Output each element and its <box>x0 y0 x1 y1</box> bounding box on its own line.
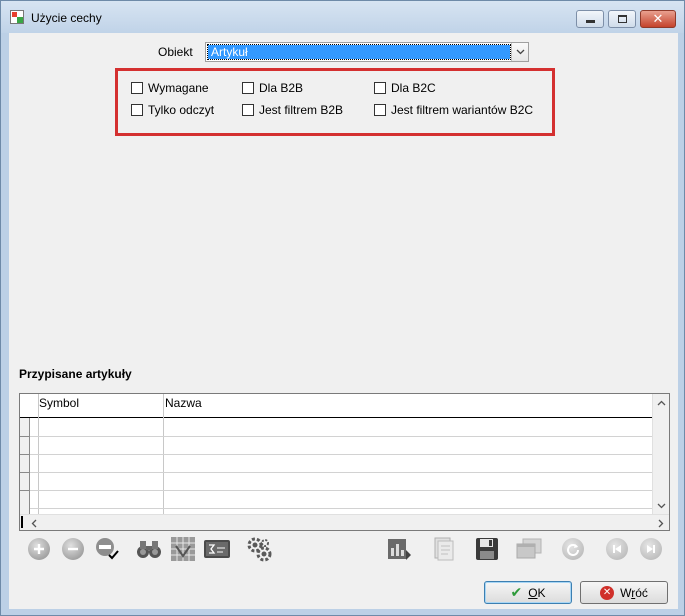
save-button[interactable] <box>473 535 501 563</box>
checkbox-tylko-odczyt[interactable]: Tylko odczyt <box>131 103 214 117</box>
edit-confirm-icon <box>96 538 119 560</box>
binoculars-icon <box>137 541 161 558</box>
column-header-symbol[interactable]: Symbol <box>39 396 79 410</box>
checkbox-label: Tylko odczyt <box>148 103 215 117</box>
formula-button[interactable] <box>203 535 231 563</box>
window-title: Użycie cechy <box>31 11 102 25</box>
close-icon: ✕ <box>652 11 664 26</box>
grid-row[interactable] <box>30 472 652 473</box>
horizontal-scrollbar[interactable] <box>20 514 669 530</box>
refresh-button[interactable] <box>559 535 587 563</box>
checkbox-dla-b2c[interactable]: Dla B2C <box>374 81 436 95</box>
export-icon <box>434 537 454 561</box>
scroll-right-icon[interactable] <box>652 515 669 531</box>
obiekt-label: Obiekt <box>158 45 193 59</box>
minimize-icon <box>585 20 595 23</box>
windows-icon <box>516 538 542 559</box>
row-indicator <box>20 490 30 491</box>
vertical-scrollbar[interactable] <box>652 394 669 514</box>
checkbox-dla-b2b[interactable]: Dla B2B <box>242 81 303 95</box>
add-button[interactable] <box>25 535 53 563</box>
back-label: Wróć <box>620 586 648 600</box>
checkbox-label: Jest filtrem B2B <box>259 103 344 117</box>
section-title: Przypisane artykuły <box>19 367 132 381</box>
chevron-down-icon[interactable] <box>511 43 528 61</box>
row-indicator <box>20 472 30 473</box>
formula-icon <box>204 540 230 558</box>
last-record-button[interactable] <box>637 535 665 563</box>
checkbox-label: Dla B2C <box>391 81 436 95</box>
back-label-rest: óć <box>635 585 648 600</box>
ok-label: OK <box>528 586 545 600</box>
checkbox-label: Dla B2B <box>259 81 304 95</box>
obiekt-select[interactable]: Artykuł <box>205 42 529 62</box>
checkbox-box[interactable] <box>242 82 254 94</box>
gears-icon <box>247 537 272 562</box>
checkbox-label: Jest filtrem wariantów B2C <box>391 103 534 117</box>
grid-view-icon <box>171 537 195 561</box>
checkbox-box[interactable] <box>374 82 386 94</box>
app-icon <box>10 10 24 24</box>
grid-toolbar <box>9 535 678 569</box>
ok-button[interactable]: ✔ OK <box>484 581 572 604</box>
checkbox-box[interactable] <box>374 104 386 116</box>
checkbox-box[interactable] <box>242 104 254 116</box>
back-label-start: W <box>620 585 632 600</box>
last-icon <box>640 538 662 560</box>
edit-confirm-button[interactable] <box>93 535 121 563</box>
checkbox-label: Wymagane <box>148 81 209 95</box>
maximize-button[interactable] <box>608 10 636 28</box>
ok-hotkey: O <box>528 585 538 600</box>
report-button[interactable] <box>385 535 413 563</box>
checkbox-wymagane[interactable]: Wymagane <box>131 81 209 95</box>
minimize-button[interactable] <box>576 10 604 28</box>
checkbox-box[interactable] <box>131 82 143 94</box>
row-indicator <box>20 454 30 455</box>
dialog-body: Obiekt Artykuł Wymagane Dla B2B Dla B2C … <box>9 33 678 609</box>
row-cursor <box>21 516 23 528</box>
refresh-icon <box>562 538 584 560</box>
grid-row[interactable] <box>30 490 652 491</box>
first-record-button[interactable] <box>603 535 631 563</box>
back-button[interactable]: ✕ Wróć <box>580 581 668 604</box>
settings-button[interactable] <box>245 535 273 563</box>
grid-header <box>20 394 652 418</box>
windows-button[interactable] <box>515 535 543 563</box>
grid-row[interactable] <box>30 454 652 455</box>
check-icon: ✔ <box>510 584 523 600</box>
obiekt-selected-value: Artykuł <box>207 44 511 60</box>
highlight-box <box>115 68 555 136</box>
search-button[interactable] <box>135 535 163 563</box>
close-button[interactable]: ✕ <box>640 10 676 28</box>
column-header-nazwa[interactable]: Nazwa <box>165 396 202 410</box>
scroll-left-icon[interactable] <box>25 515 42 531</box>
scroll-up-icon[interactable] <box>653 394 670 411</box>
checkbox-box[interactable] <box>131 104 143 116</box>
remove-button[interactable] <box>59 535 87 563</box>
checkbox-jest-filtrem-wariantow-b2c[interactable]: Jest filtrem wariantów B2C <box>374 103 533 117</box>
report-icon <box>388 539 411 560</box>
save-icon <box>476 538 498 560</box>
cancel-icon: ✕ <box>600 585 615 600</box>
articles-grid[interactable]: Symbol Nazwa <box>19 393 670 531</box>
dialog-window: Użycie cechy ✕ Obiekt Artykuł Wymagane D… <box>0 0 685 616</box>
grid-view-button[interactable] <box>169 535 197 563</box>
ok-label-rest: K <box>537 585 546 600</box>
first-icon <box>606 538 628 560</box>
grid-row[interactable] <box>30 436 652 437</box>
checkbox-jest-filtrem-b2b[interactable]: Jest filtrem B2B <box>242 103 343 117</box>
scroll-down-icon[interactable] <box>653 497 670 514</box>
maximize-icon <box>617 15 627 23</box>
row-indicator <box>20 436 30 437</box>
grid-row[interactable] <box>30 508 652 509</box>
title-bar[interactable]: Użycie cechy ✕ <box>1 1 684 33</box>
export-button[interactable] <box>429 535 457 563</box>
remove-icon <box>62 538 84 560</box>
add-icon <box>28 538 50 560</box>
